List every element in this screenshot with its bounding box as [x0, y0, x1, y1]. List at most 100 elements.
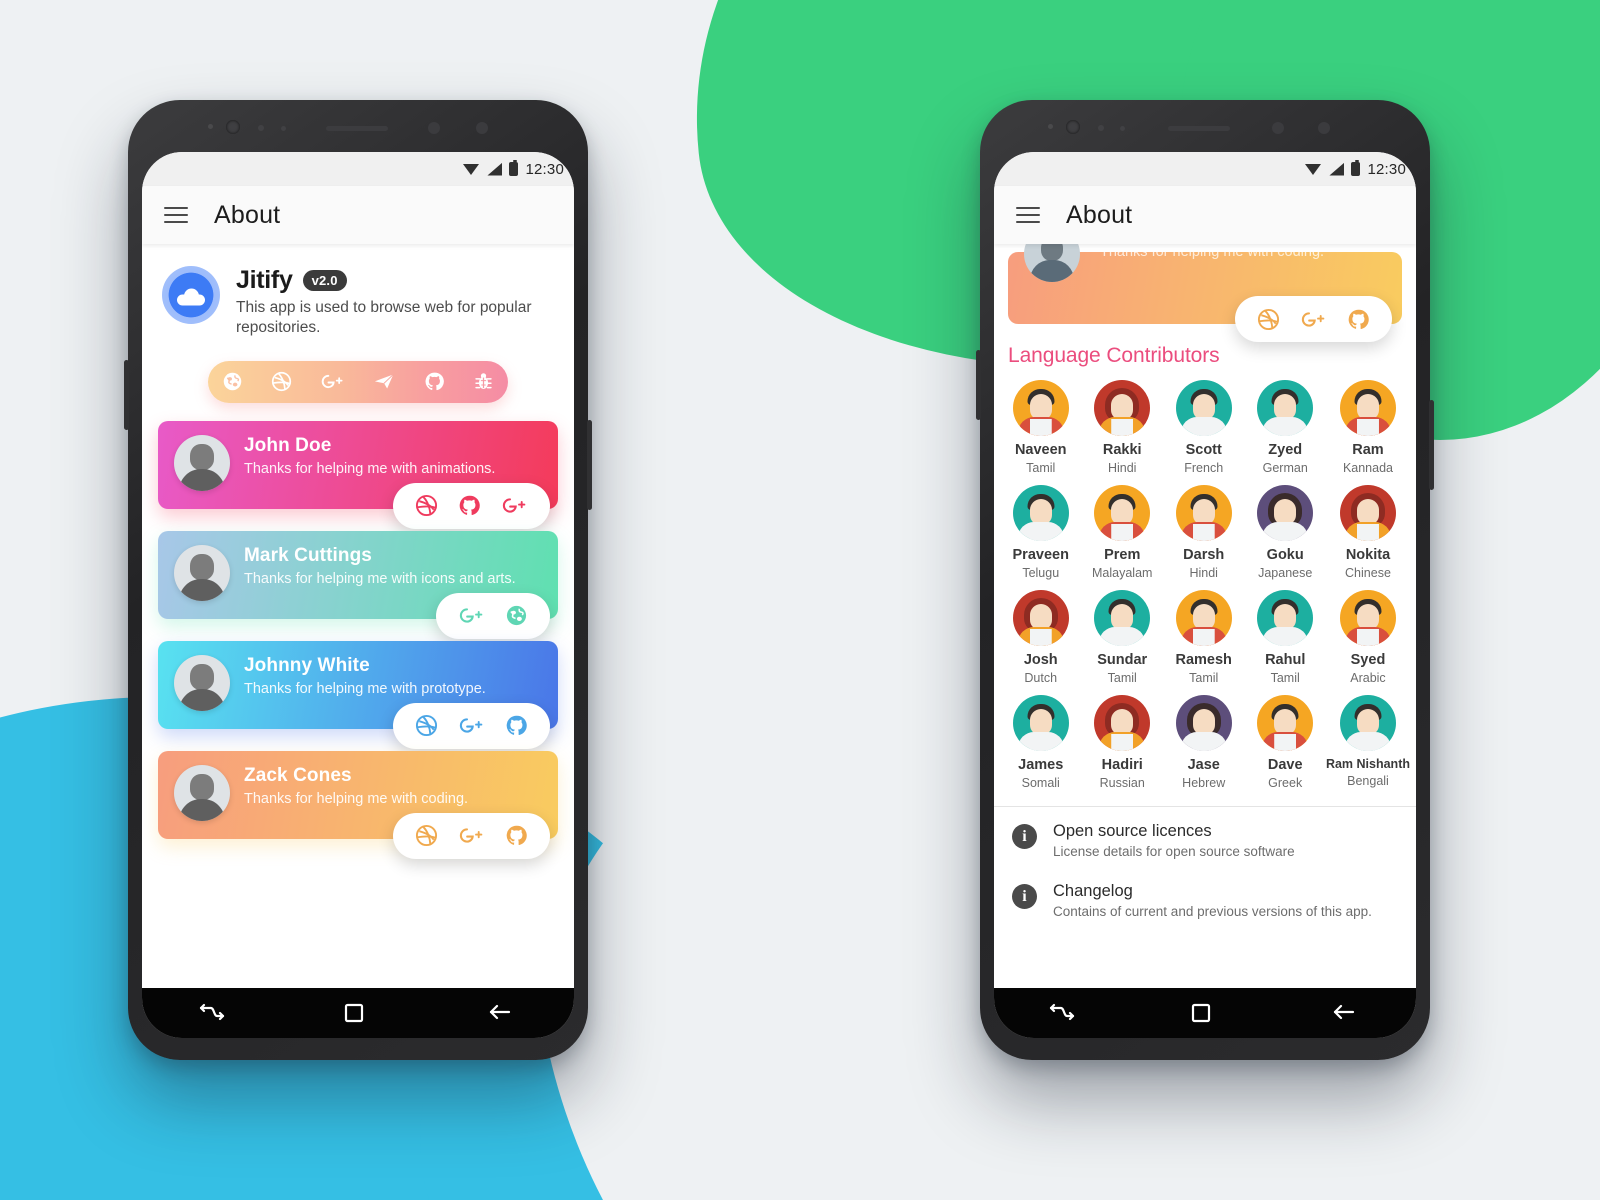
avatar	[1175, 485, 1232, 541]
hamburger-menu-icon[interactable]	[1016, 207, 1040, 223]
language-contributor-item[interactable]: Darsh Hindi	[1163, 485, 1244, 580]
telegram-send-icon[interactable]	[373, 371, 396, 392]
avatar	[174, 434, 230, 491]
avatar	[174, 764, 230, 821]
social-links-pill[interactable]	[1235, 296, 1392, 342]
social-links-pill[interactable]	[393, 812, 550, 859]
language-contributor-item[interactable]: Goku Japanese	[1244, 485, 1326, 580]
earpiece-speaker	[1168, 126, 1230, 131]
power-button[interactable]	[1429, 400, 1434, 490]
app-social-links-bar[interactable]	[208, 360, 508, 403]
contributor-name: Jase	[1187, 757, 1220, 773]
language-contributors-grid: Naveen Tamil Rakki Hindi Scott French Zy…	[994, 370, 1416, 802]
power-button[interactable]	[587, 420, 592, 510]
language-contributor-item[interactable]: Hadiri Russian	[1081, 695, 1162, 790]
language-contributor-item[interactable]: Sundar Tamil	[1081, 590, 1162, 685]
github-icon[interactable]	[505, 714, 528, 737]
status-time: 12:30	[1367, 160, 1406, 178]
language-contributor-item[interactable]: Syed Arabic	[1326, 590, 1410, 685]
google-plus-icon[interactable]	[1300, 308, 1327, 331]
app-bar: About	[994, 186, 1416, 244]
language-contributor-item[interactable]: Scott French	[1163, 380, 1244, 475]
avatar	[1012, 485, 1069, 541]
list-item-subtitle: License details for open source software	[1053, 844, 1295, 859]
language-contributor-item[interactable]: Nokita Chinese	[1326, 485, 1410, 580]
contributor-card[interactable]: Zack Cones Thanks for helping me with cod…	[158, 750, 558, 859]
language-contributor-item[interactable]: Praveen Telugu	[1000, 485, 1081, 580]
contributor-name: Darsh	[1183, 547, 1225, 563]
app-info-header: Jitify v2.0 This app is used to browse w…	[142, 244, 574, 345]
avatar	[1094, 590, 1151, 646]
language-contributor-item[interactable]: Ram Nishanth Bengali	[1326, 695, 1410, 790]
dribbble-icon[interactable]	[271, 371, 292, 392]
sensor-dot	[1048, 124, 1053, 129]
globe-icon[interactable]	[505, 604, 528, 627]
system-navigation-bar[interactable]	[142, 988, 574, 1038]
partial-contributor-card[interactable]: Thanks for helping me with coding.	[1008, 244, 1402, 342]
globe-icon[interactable]	[222, 371, 243, 392]
app-bar: About	[142, 186, 574, 244]
google-plus-icon[interactable]	[458, 604, 485, 627]
left-scroll-content[interactable]: Jitify v2.0 This app is used to browse w…	[142, 244, 574, 988]
iris-scanner	[1272, 122, 1284, 134]
language-contributor-item[interactable]: Ram Kannada	[1326, 380, 1410, 475]
social-links-pill[interactable]	[393, 702, 550, 749]
contributor-name: John Doe	[244, 434, 332, 456]
list-item-title: Open source licences	[1053, 822, 1212, 840]
social-links-pill[interactable]	[393, 482, 550, 529]
contributor-language: German	[1262, 461, 1308, 475]
language-contributor-item[interactable]: Naveen Tamil	[1000, 380, 1081, 475]
language-contributor-item[interactable]: Prem Malayalam	[1081, 485, 1162, 580]
hamburger-menu-icon[interactable]	[164, 207, 188, 223]
recents-icon[interactable]	[199, 1002, 229, 1024]
social-links-pill[interactable]	[436, 592, 550, 639]
language-contributor-item[interactable]: Rahul Tamil	[1244, 590, 1326, 685]
google-plus-icon[interactable]	[458, 824, 485, 847]
github-icon[interactable]	[458, 494, 481, 517]
contributor-name: Ramesh	[1175, 652, 1232, 668]
avatar	[1012, 380, 1069, 436]
proximity-sensor	[476, 122, 488, 134]
contributor-card[interactable]: John Doe Thanks for helping me with anima…	[158, 420, 558, 529]
dribbble-icon[interactable]	[415, 714, 438, 737]
contributor-name: Zack Cones	[244, 764, 352, 786]
github-icon[interactable]	[424, 371, 445, 392]
home-square-icon[interactable]	[343, 1002, 373, 1024]
contributor-language: Russian	[1099, 776, 1145, 790]
about-list-item[interactable]: i Open source licences License details for…	[994, 807, 1416, 867]
language-contributor-item[interactable]: Jase Hebrew	[1163, 695, 1244, 790]
recents-icon[interactable]	[1049, 1002, 1079, 1024]
avatar	[174, 544, 230, 601]
back-arrow-icon[interactable]	[487, 1002, 517, 1024]
google-plus-icon[interactable]	[320, 371, 345, 392]
contributor-language: Telugu	[1022, 566, 1060, 580]
dribbble-icon[interactable]	[415, 494, 438, 517]
bug-icon[interactable]	[473, 371, 494, 392]
dribbble-icon[interactable]	[415, 824, 438, 847]
language-contributor-item[interactable]: James Somali	[1000, 695, 1081, 790]
language-contributor-item[interactable]: Dave Greek	[1244, 695, 1326, 790]
github-icon[interactable]	[1347, 308, 1370, 331]
right-phone-device: 12:30 About Thanks for helping me with c…	[976, 100, 1434, 1060]
contributor-language: French	[1184, 461, 1224, 475]
google-plus-icon[interactable]	[458, 714, 485, 737]
system-navigation-bar[interactable]	[994, 988, 1416, 1038]
back-arrow-icon[interactable]	[1331, 1002, 1361, 1024]
home-square-icon[interactable]	[1190, 1002, 1220, 1024]
google-plus-icon[interactable]	[501, 494, 528, 517]
contributor-card[interactable]: Mark Cuttings Thanks for helping me with …	[158, 530, 558, 639]
language-contributor-item[interactable]: Ramesh Tamil	[1163, 590, 1244, 685]
sensor-dot	[1098, 125, 1104, 131]
right-scroll-content[interactable]: Thanks for helping me with coding. Langu…	[994, 244, 1416, 988]
contributor-card[interactable]: Johnny White Thanks for helping me with p…	[158, 640, 558, 749]
language-contributor-item[interactable]: Zyed German	[1244, 380, 1326, 475]
language-contributor-item[interactable]: Josh Dutch	[1000, 590, 1081, 685]
language-contributor-item[interactable]: Rakki Hindi	[1081, 380, 1162, 475]
volume-button[interactable]	[124, 360, 129, 430]
proximity-sensor	[1318, 122, 1330, 134]
about-list-item[interactable]: i Changelog Contains of current and previo…	[994, 867, 1416, 927]
dribbble-icon[interactable]	[1257, 308, 1280, 331]
github-icon[interactable]	[505, 824, 528, 847]
contributor-name: Prem	[1104, 547, 1141, 563]
volume-button[interactable]	[976, 350, 981, 420]
